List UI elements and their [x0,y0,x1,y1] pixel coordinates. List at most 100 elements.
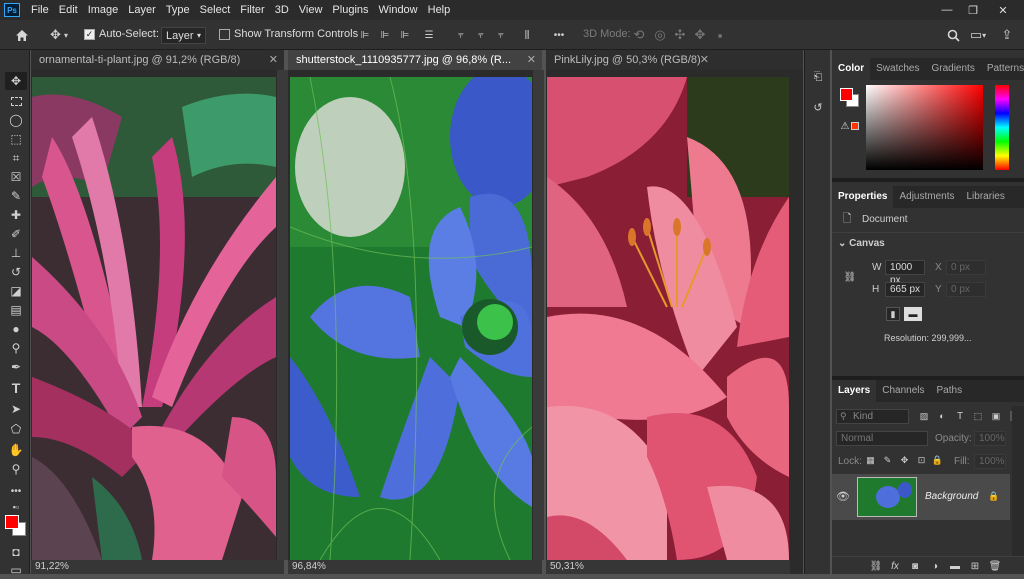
menu-window[interactable]: Window [374,0,423,20]
workspace-icon[interactable]: ▭ ▾ [966,26,990,44]
quick-mask-icon[interactable]: ◘ [5,543,27,561]
show-transform-checkbox[interactable]: Show Transform Controls [219,28,358,40]
filter-type-icon[interactable]: T [954,409,966,423]
auto-select-checkbox[interactable]: ✓ Auto-Select: [84,28,159,40]
adjustment-layer-icon[interactable]: ◑ [929,559,941,573]
doc-tab-3[interactable]: PinkLily.jpg @ 50,3% (RGB/8) ✕ [546,50,803,70]
close-tab-icon[interactable]: ✕ [700,50,709,70]
web-safe-swatch[interactable] [851,122,859,130]
canvas-ti-plant[interactable] [32,77,276,560]
filter-adjustment-icon[interactable]: ◐ [936,409,948,423]
menu-select[interactable]: Select [195,0,236,20]
close-button[interactable]: ✕ [992,0,1014,20]
menu-filter[interactable]: Filter [235,0,269,20]
object-selection-tool-icon[interactable]: ⬚ [5,130,27,148]
lock-image-icon[interactable]: ✎ [882,454,893,466]
fx-icon[interactable]: fx [889,559,901,573]
menu-layer[interactable]: Layer [123,0,161,20]
align-top-icon[interactable]: ⫧ [454,26,468,44]
align-center-icon[interactable]: ⊫ [378,26,392,44]
home-icon[interactable] [12,26,32,44]
blend-mode-dropdown[interactable]: Normal [836,431,928,446]
align-bottom-icon[interactable]: ⫧ [494,26,508,44]
tab-properties[interactable]: Properties [832,186,894,208]
new-group-icon[interactable]: ▬ [949,559,961,573]
lock-artboard-icon[interactable]: ⊡ [916,454,927,466]
canvas-nigella-flower[interactable] [290,77,532,560]
menu-image[interactable]: Image [83,0,124,20]
vertical-scrollbar[interactable] [277,70,288,560]
portrait-orientation-icon[interactable]: ▮ [886,307,900,321]
landscape-orientation-icon[interactable]: ▬ [904,307,922,321]
history-panel-icon[interactable]: ⎗ [809,68,827,86]
new-layer-icon[interactable]: ⊞ [969,559,981,573]
actions-panel-icon[interactable]: ↺ [809,98,827,116]
tab-layers[interactable]: Layers [832,380,877,402]
eraser-tool-icon[interactable]: ◪ [5,282,27,300]
layer-row[interactable]: 👁 Background 🔒 [832,474,1010,520]
fill-field[interactable]: 100% [974,454,1006,469]
lock-all-icon[interactable]: 🔒 [932,454,943,466]
filter-shape-icon[interactable]: ⬚ [972,409,984,423]
more-options-icon[interactable]: ••• [550,26,568,44]
frame-tool-icon[interactable]: ☒ [5,168,27,186]
distribute-vertical-icon[interactable]: ⫼ [520,26,534,44]
canvas-section-header[interactable]: ⌄ Canvas [838,238,885,249]
hue-slider[interactable] [995,85,1009,170]
align-middle-icon[interactable]: ⫧ [474,26,488,44]
layer-filter-kind[interactable]: ⚲ Kind [836,409,909,424]
vertical-scrollbar[interactable] [790,70,801,560]
menu-3d[interactable]: 3D [270,0,294,20]
history-brush-tool-icon[interactable]: ↺ [5,263,27,281]
doc-tab-2[interactable]: shutterstock_1110935777.jpg @ 96,8% (R..… [288,50,542,70]
menu-plugins[interactable]: Plugins [327,0,373,20]
toolbar-grip[interactable] [0,50,30,70]
healing-brush-tool-icon[interactable]: ✚ [5,206,27,224]
foreground-color-swatch[interactable] [5,515,19,529]
tab-color[interactable]: Color [832,58,871,80]
x-field[interactable]: 0 px [946,260,986,275]
distribute-icon[interactable]: ☰ [422,26,436,44]
screen-mode-icon[interactable]: ▭ [5,561,27,579]
tab-patterns[interactable]: Patterns [981,58,1024,80]
gradient-tool-icon[interactable]: ▤ [5,301,27,319]
doc-tab-1[interactable]: ornamental-ti-plant.jpg @ 91,2% (RGB/8) … [31,50,284,70]
link-layers-icon[interactable]: ⛓ [870,559,883,573]
width-field[interactable]: 1000 px [885,260,925,286]
menu-view[interactable]: View [294,0,328,20]
link-icon[interactable]: ⛓ [844,270,857,284]
opacity-field[interactable]: 100% [974,431,1006,446]
brush-tool-icon[interactable]: ✐ [5,225,27,243]
y-field[interactable]: 0 px [946,282,986,297]
tab-paths[interactable]: Paths [931,380,969,402]
foreground-color-swatch[interactable] [840,88,853,101]
auto-select-target-dropdown[interactable]: Layer ▾ [161,27,206,44]
delete-layer-icon[interactable]: 🗑 [989,559,1002,573]
pen-tool-icon[interactable]: ✒ [5,358,27,376]
tab-gradients[interactable]: Gradients [925,58,980,80]
color-field[interactable] [866,85,983,170]
align-left-icon[interactable]: ⊫ [358,26,372,44]
tab-libraries[interactable]: Libraries [961,186,1011,208]
blur-tool-icon[interactable]: ● [5,320,27,338]
tab-swatches[interactable]: Swatches [870,58,925,80]
menu-help[interactable]: Help [423,0,456,20]
canvas-pink-lily[interactable] [547,77,789,560]
height-field[interactable]: 665 px [885,282,925,297]
lasso-tool-icon[interactable]: ◯ [5,111,27,129]
type-tool-icon[interactable]: T [5,379,27,397]
move-tool-icon[interactable]: ✥ [5,72,27,90]
shape-tool-icon[interactable]: ⬠ [5,420,27,438]
eye-icon[interactable]: 👁 [836,489,850,503]
layers-scrollbar[interactable] [1012,406,1024,556]
restore-button[interactable]: ❐ [962,0,984,20]
lock-position-icon[interactable]: ✥ [899,454,910,466]
align-right-icon[interactable]: ⊫ [398,26,412,44]
dodge-tool-icon[interactable]: ⚲ [5,339,27,357]
add-mask-icon[interactable]: ◙ [909,559,921,573]
search-icon[interactable] [944,26,962,44]
menu-type[interactable]: Type [161,0,195,20]
eyedropper-tool-icon[interactable]: ✎ [5,187,27,205]
close-tab-icon[interactable]: ✕ [269,50,278,70]
close-tab-icon[interactable]: ✕ [527,50,536,70]
